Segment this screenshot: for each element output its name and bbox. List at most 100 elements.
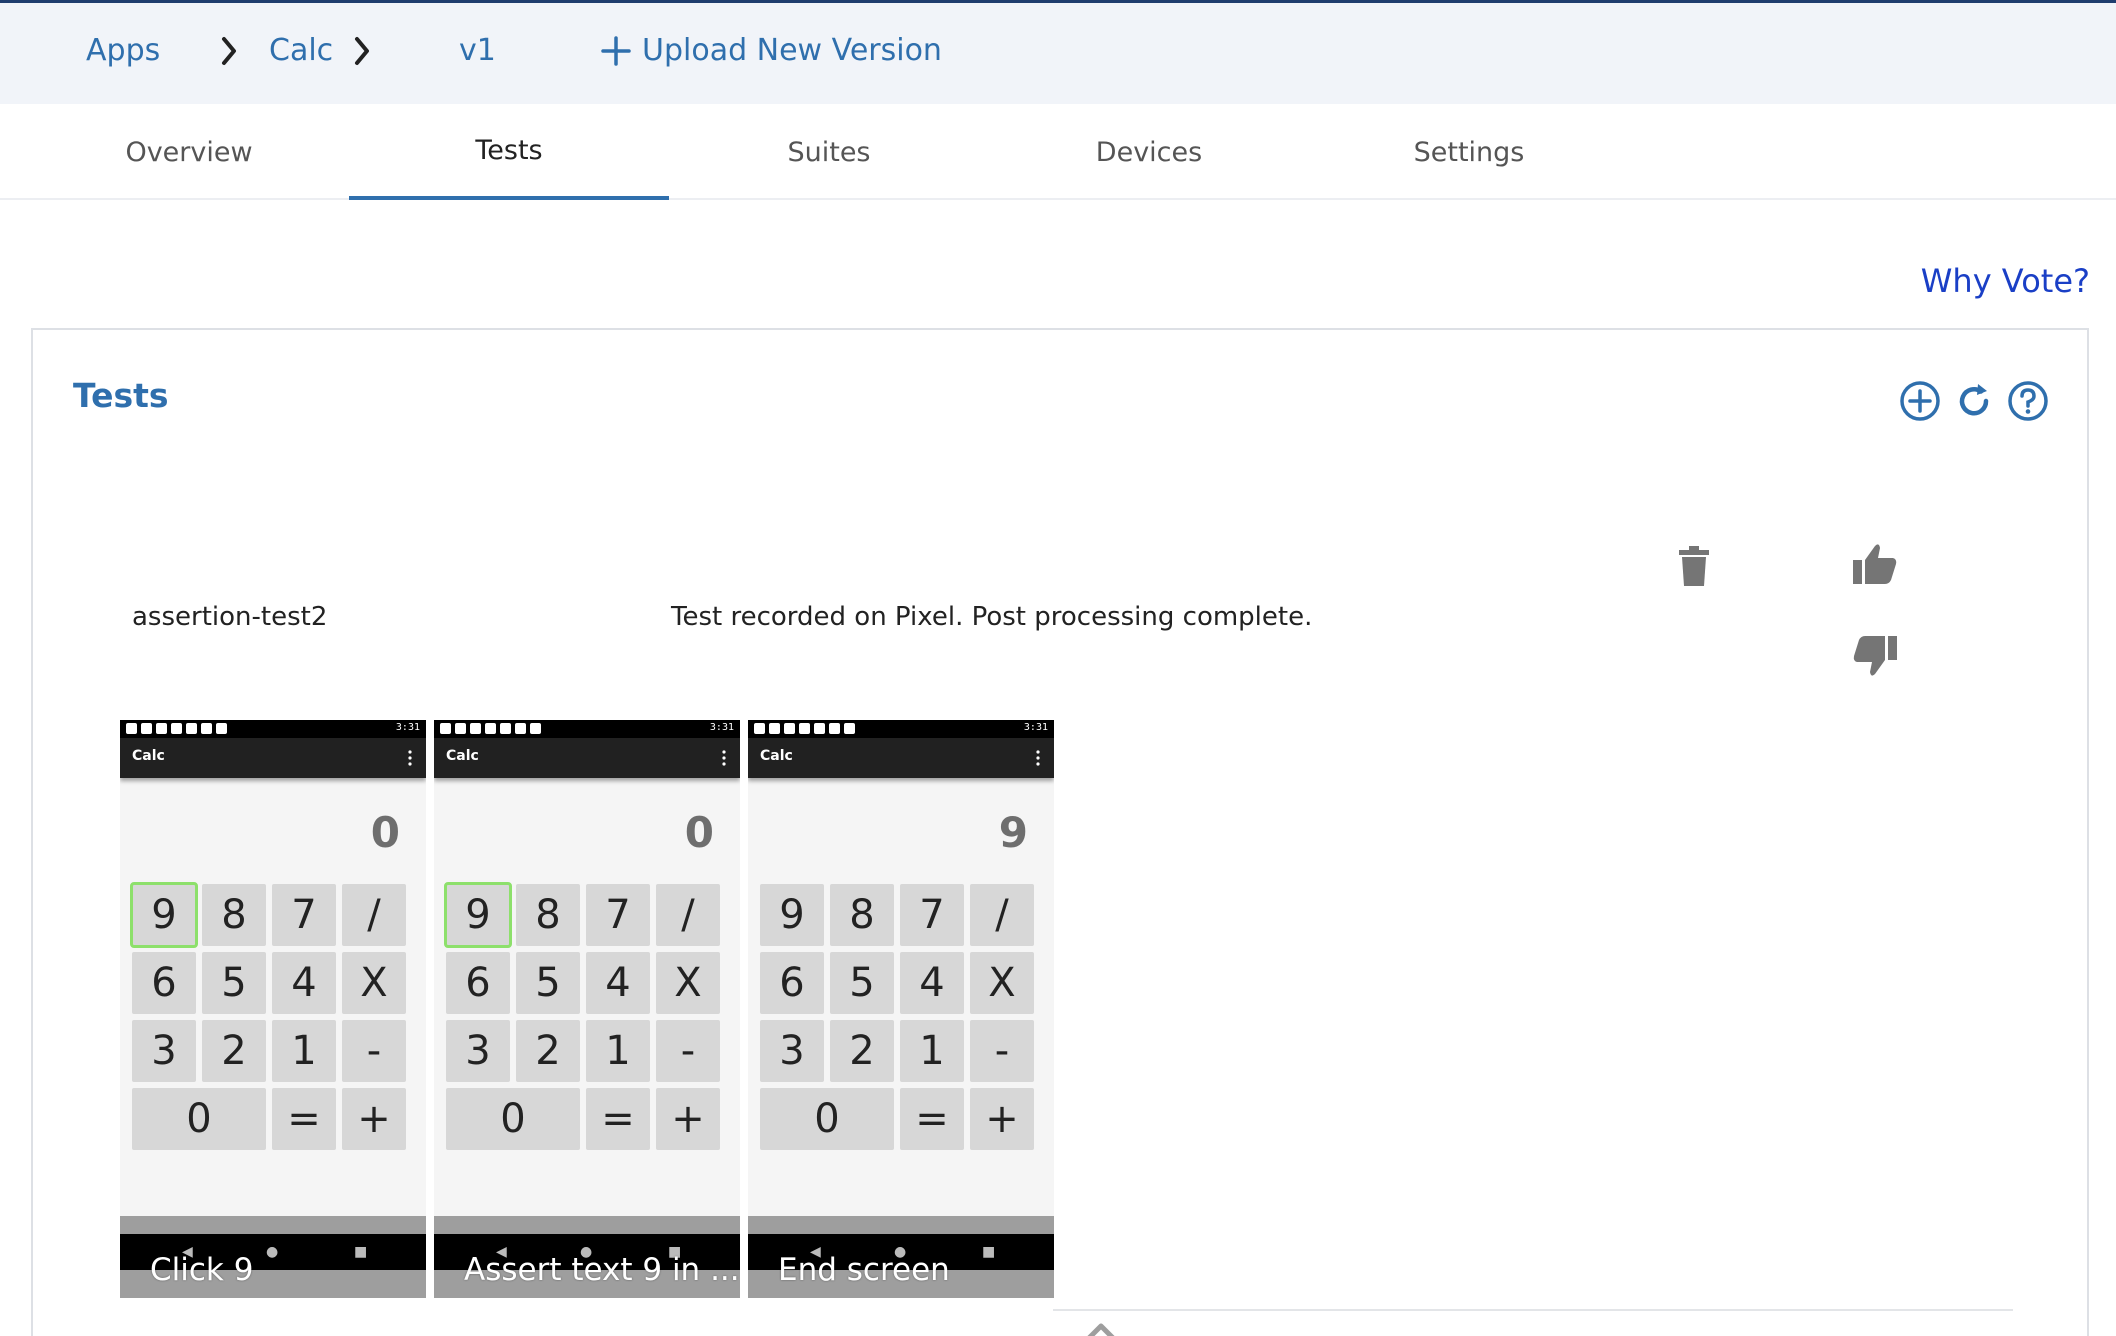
- calc-key: 9: [760, 884, 824, 946]
- tab-devices[interactable]: Devices: [989, 104, 1309, 200]
- chevron-right-icon: [218, 33, 240, 69]
- calc-key: 0: [760, 1088, 894, 1150]
- home-icon: ●: [266, 1244, 279, 1260]
- screenshot-thumbnail[interactable]: 3:31 Calc 0 9 8 7/6 5 4 X 3 2 1-0 = + ◀ ● ■ Assert text 9…: [434, 720, 740, 1298]
- calc-key: X: [970, 952, 1034, 1014]
- calc-key: 7: [272, 884, 336, 946]
- app-bar: Calc: [434, 738, 740, 778]
- thumbs-up-icon[interactable]: [1851, 540, 1899, 588]
- calc-key: 4: [586, 952, 650, 1014]
- calc-keypad: 9 8 7/ 6 5 4 X 3 2 1- 0 = +: [444, 882, 726, 1150]
- notification-icons: [754, 723, 855, 734]
- breadcrumb-bar: Apps Calc v1 Upload New Version: [0, 0, 2116, 104]
- tab-suites[interactable]: Suites: [669, 104, 989, 200]
- refresh-icon[interactable]: [1953, 380, 1995, 422]
- test-name[interactable]: assertion-test2: [132, 602, 327, 632]
- calc-key: 8: [516, 884, 580, 946]
- breadcrumb-version[interactable]: v1: [459, 33, 496, 68]
- calc-key: 2: [202, 1020, 266, 1082]
- status-bar: 3:31: [748, 720, 1054, 738]
- notification-icons: [440, 723, 541, 734]
- calc-key: =: [900, 1088, 964, 1150]
- calc-display: 0: [684, 808, 714, 857]
- calc-key: +: [656, 1088, 720, 1150]
- calc-key: /: [656, 884, 720, 946]
- step-caption: End screen: [778, 1252, 950, 1288]
- recents-icon: ■: [982, 1244, 996, 1260]
- calc-key: 8: [202, 884, 266, 946]
- recents-icon: ■: [354, 1244, 368, 1260]
- app-title: Calc: [132, 748, 165, 764]
- overflow-menu-icon: [1036, 750, 1040, 766]
- calc-key: =: [586, 1088, 650, 1150]
- app-bar: Calc: [120, 738, 426, 778]
- calc-key: 0: [132, 1088, 266, 1150]
- calc-key: 6: [132, 952, 196, 1014]
- breadcrumb-apps[interactable]: Apps: [86, 33, 160, 68]
- calc-key: 2: [516, 1020, 580, 1082]
- calc-key: 9: [444, 882, 512, 948]
- upload-new-version-button[interactable]: Upload New Version: [600, 33, 942, 68]
- calc-key: 5: [202, 952, 266, 1014]
- calc-keypad: 9 8 7/ 6 5 4 X 3 2 1- 0 = +: [130, 882, 412, 1150]
- card-actions: [1899, 380, 2049, 422]
- calc-key: X: [656, 952, 720, 1014]
- plus-icon: [601, 35, 631, 66]
- section-divider: [1053, 1309, 2013, 1311]
- status-bar: 3:31: [434, 720, 740, 738]
- calc-key: 4: [272, 952, 336, 1014]
- status-time: 3:31: [395, 722, 420, 733]
- calc-key: 2: [830, 1020, 894, 1082]
- step-caption: Assert text 9 in ...: [464, 1252, 740, 1288]
- screenshot-strip: 3:31 Calc 0 9 8 7/6 5 4 X 3 2 1-0 = + ◀ ● ■ Click 9 3:31 Ca…: [120, 720, 1054, 1298]
- tab-tests[interactable]: Tests: [349, 104, 669, 200]
- notification-icons: [126, 723, 227, 734]
- overflow-menu-icon: [722, 750, 726, 766]
- calc-key: 8: [830, 884, 894, 946]
- calc-key: /: [342, 884, 406, 946]
- calc-key: 5: [516, 952, 580, 1014]
- calc-key: 6: [760, 952, 824, 1014]
- caret-up-icon[interactable]: [1079, 1318, 1123, 1336]
- calc-key: 4: [900, 952, 964, 1014]
- overflow-menu-icon: [408, 750, 412, 766]
- thumbs-down-icon[interactable]: [1851, 632, 1899, 680]
- help-circle-icon[interactable]: [2007, 380, 2049, 422]
- test-status: Test recorded on Pixel. Post processing …: [671, 602, 1313, 632]
- calc-key: 7: [900, 884, 964, 946]
- calc-key: 5: [830, 952, 894, 1014]
- page: Apps Calc v1 Upload New Version Overview…: [0, 0, 2116, 1336]
- status-bar: 3:31: [120, 720, 426, 738]
- calc-key: 6: [446, 952, 510, 1014]
- card-title: Tests: [73, 376, 169, 415]
- calc-key: 1: [900, 1020, 964, 1082]
- screenshot-thumbnail[interactable]: 3:31 Calc 9 9 8 7/6 5 4 X 3 2 1-0 = + ◀ ● ■ End screen: [748, 720, 1054, 1298]
- calc-display: 9: [998, 808, 1028, 857]
- status-time: 3:31: [1023, 722, 1048, 733]
- screenshot-thumbnail[interactable]: 3:31 Calc 0 9 8 7/6 5 4 X 3 2 1-0 = + ◀ ● ■ Click 9: [120, 720, 426, 1298]
- tab-overview[interactable]: Overview: [29, 104, 349, 200]
- calc-key: /: [970, 884, 1034, 946]
- add-circle-icon[interactable]: [1899, 380, 1941, 422]
- calc-key: 0: [446, 1088, 580, 1150]
- upload-label: Upload New Version: [642, 33, 942, 68]
- breadcrumb-app[interactable]: Calc: [269, 33, 333, 68]
- trash-icon[interactable]: [1679, 546, 1709, 586]
- tab-settings[interactable]: Settings: [1309, 104, 1629, 200]
- calc-key: 3: [132, 1020, 196, 1082]
- calc-key: 7: [586, 884, 650, 946]
- calc-key: 1: [586, 1020, 650, 1082]
- tab-bar: Overview Tests Suites Devices Settings: [0, 104, 2116, 200]
- calc-key: 1: [272, 1020, 336, 1082]
- calc-key: +: [970, 1088, 1034, 1150]
- calc-keypad: 9 8 7/ 6 5 4 X 3 2 1- 0 = +: [760, 884, 1040, 1150]
- calc-key: -: [970, 1020, 1034, 1082]
- app-bar: Calc: [748, 738, 1054, 778]
- why-vote-link[interactable]: Why Vote?: [1921, 262, 2090, 300]
- calc-display: 0: [370, 808, 400, 857]
- calc-key: =: [272, 1088, 336, 1150]
- chevron-right-icon: [351, 33, 373, 69]
- status-time: 3:31: [709, 722, 734, 733]
- calc-key: -: [342, 1020, 406, 1082]
- calc-key: -: [656, 1020, 720, 1082]
